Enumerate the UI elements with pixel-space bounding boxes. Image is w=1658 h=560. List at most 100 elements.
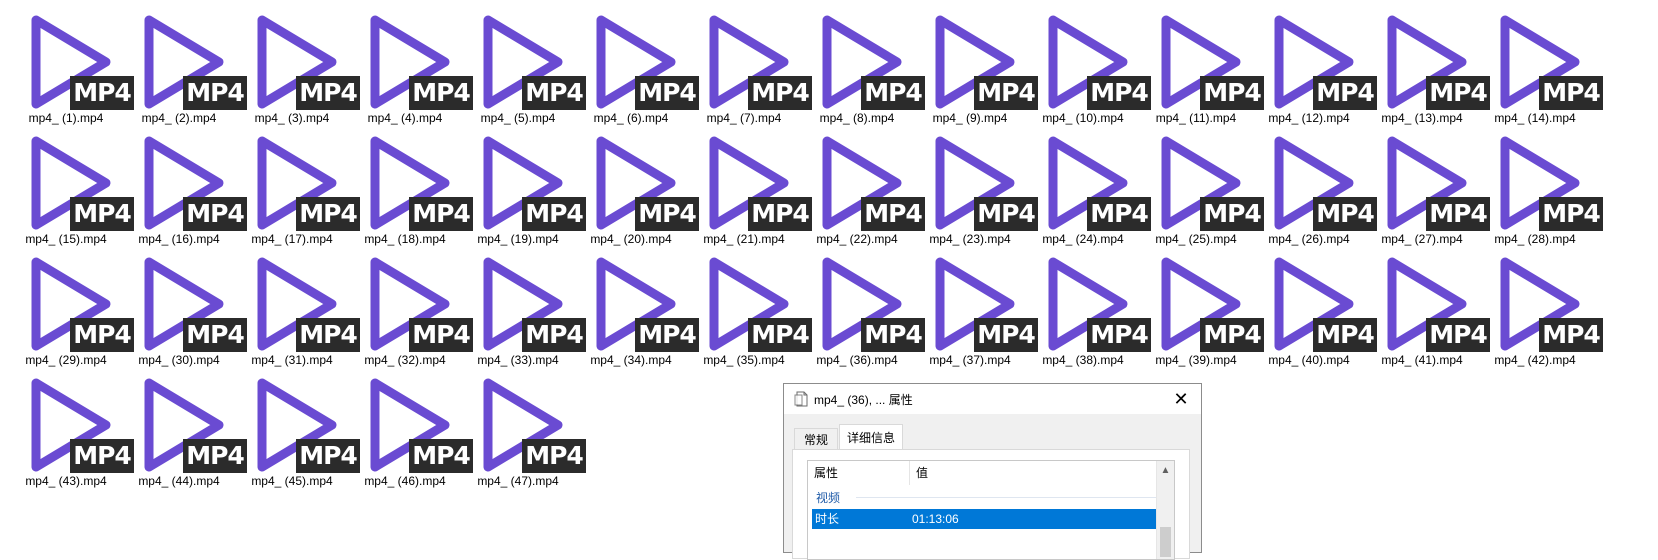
- file-name[interactable]: mp4_ (32).mp4: [345, 353, 465, 367]
- property-row-duration[interactable]: 时长 01:13:06: [812, 509, 1158, 529]
- file-name[interactable]: mp4_ (26).mp4: [1249, 232, 1369, 246]
- file-item[interactable]: MP4 mp4_ (42).mp4: [1483, 248, 1603, 367]
- file-name[interactable]: mp4_ (34).mp4: [571, 353, 691, 367]
- file-item[interactable]: MP4 mp4_ (10).mp4: [1031, 6, 1151, 125]
- file-item[interactable]: MP4 mp4_ (9).mp4: [918, 6, 1038, 125]
- file-item[interactable]: MP4 mp4_ (22).mp4: [805, 127, 925, 246]
- file-name[interactable]: mp4_ (16).mp4: [119, 232, 239, 246]
- file-name[interactable]: mp4_ (31).mp4: [232, 353, 352, 367]
- file-item[interactable]: MP4 mp4_ (11).mp4: [1144, 6, 1264, 125]
- file-item[interactable]: MP4 mp4_ (27).mp4: [1370, 127, 1490, 246]
- file-name[interactable]: mp4_ (20).mp4: [571, 232, 691, 246]
- file-name[interactable]: mp4_ (13).mp4: [1362, 111, 1482, 125]
- file-name[interactable]: mp4_ (29).mp4: [6, 353, 126, 367]
- file-item[interactable]: MP4 mp4_ (46).mp4: [353, 369, 473, 488]
- file-item[interactable]: MP4 mp4_ (25).mp4: [1144, 127, 1264, 246]
- file-name[interactable]: mp4_ (15).mp4: [6, 232, 126, 246]
- file-item[interactable]: MP4 mp4_ (17).mp4: [240, 127, 360, 246]
- file-item[interactable]: MP4 mp4_ (43).mp4: [14, 369, 134, 488]
- file-item[interactable]: MP4 mp4_ (12).mp4: [1257, 6, 1377, 125]
- file-name[interactable]: mp4_ (42).mp4: [1475, 353, 1595, 367]
- file-item[interactable]: MP4 mp4_ (34).mp4: [579, 248, 699, 367]
- file-name[interactable]: mp4_ (33).mp4: [458, 353, 578, 367]
- file-item[interactable]: MP4 mp4_ (2).mp4: [127, 6, 247, 125]
- dialog-title-bar[interactable]: mp4_ (36), ... 属性 ✕: [784, 384, 1201, 414]
- file-item[interactable]: MP4 mp4_ (21).mp4: [692, 127, 812, 246]
- file-item[interactable]: MP4 mp4_ (8).mp4: [805, 6, 925, 125]
- file-name[interactable]: mp4_ (40).mp4: [1249, 353, 1369, 367]
- file-name[interactable]: mp4_ (5).mp4: [458, 111, 578, 125]
- file-name[interactable]: mp4_ (22).mp4: [797, 232, 917, 246]
- file-name[interactable]: mp4_ (35).mp4: [684, 353, 804, 367]
- file-item[interactable]: MP4 mp4_ (6).mp4: [579, 6, 699, 125]
- file-name[interactable]: mp4_ (38).mp4: [1023, 353, 1143, 367]
- file-item[interactable]: MP4 mp4_ (36).mp4: [805, 248, 925, 367]
- file-item[interactable]: MP4 mp4_ (33).mp4: [466, 248, 586, 367]
- file-item[interactable]: MP4 mp4_ (29).mp4: [14, 248, 134, 367]
- file-name[interactable]: mp4_ (24).mp4: [1023, 232, 1143, 246]
- vertical-scrollbar[interactable]: ▲: [1156, 461, 1174, 559]
- file-item[interactable]: MP4 mp4_ (39).mp4: [1144, 248, 1264, 367]
- file-item[interactable]: MP4 mp4_ (31).mp4: [240, 248, 360, 367]
- file-name[interactable]: mp4_ (23).mp4: [910, 232, 1030, 246]
- file-item[interactable]: MP4 mp4_ (40).mp4: [1257, 248, 1377, 367]
- file-item[interactable]: MP4 mp4_ (15).mp4: [14, 127, 134, 246]
- file-name[interactable]: mp4_ (43).mp4: [6, 474, 126, 488]
- file-name[interactable]: mp4_ (9).mp4: [910, 111, 1030, 125]
- file-item[interactable]: MP4 mp4_ (38).mp4: [1031, 248, 1151, 367]
- file-name[interactable]: mp4_ (14).mp4: [1475, 111, 1595, 125]
- file-name[interactable]: mp4_ (4).mp4: [345, 111, 465, 125]
- file-name[interactable]: mp4_ (41).mp4: [1362, 353, 1482, 367]
- file-item[interactable]: MP4 mp4_ (26).mp4: [1257, 127, 1377, 246]
- file-name[interactable]: mp4_ (17).mp4: [232, 232, 352, 246]
- file-name[interactable]: mp4_ (21).mp4: [684, 232, 804, 246]
- file-name[interactable]: mp4_ (2).mp4: [119, 111, 239, 125]
- file-item[interactable]: MP4 mp4_ (30).mp4: [127, 248, 247, 367]
- file-name[interactable]: mp4_ (45).mp4: [232, 474, 352, 488]
- file-item[interactable]: MP4 mp4_ (13).mp4: [1370, 6, 1490, 125]
- tab-details[interactable]: 详细信息: [839, 424, 903, 450]
- file-name[interactable]: mp4_ (1).mp4: [6, 111, 126, 125]
- tab-general[interactable]: 常规: [794, 428, 838, 450]
- file-name[interactable]: mp4_ (12).mp4: [1249, 111, 1369, 125]
- file-name[interactable]: mp4_ (25).mp4: [1136, 232, 1256, 246]
- file-name[interactable]: mp4_ (27).mp4: [1362, 232, 1482, 246]
- file-item[interactable]: MP4 mp4_ (19).mp4: [466, 127, 586, 246]
- file-name[interactable]: mp4_ (10).mp4: [1023, 111, 1143, 125]
- file-item[interactable]: MP4 mp4_ (14).mp4: [1483, 6, 1603, 125]
- file-name[interactable]: mp4_ (36).mp4: [797, 353, 917, 367]
- file-item[interactable]: MP4 mp4_ (4).mp4: [353, 6, 473, 125]
- file-item[interactable]: MP4 mp4_ (23).mp4: [918, 127, 1038, 246]
- file-name[interactable]: mp4_ (7).mp4: [684, 111, 804, 125]
- file-item[interactable]: MP4 mp4_ (20).mp4: [579, 127, 699, 246]
- column-header-value[interactable]: 值: [910, 461, 1158, 485]
- scroll-thumb[interactable]: [1160, 527, 1171, 557]
- file-name[interactable]: mp4_ (8).mp4: [797, 111, 917, 125]
- file-item[interactable]: MP4 mp4_ (41).mp4: [1370, 248, 1490, 367]
- file-item[interactable]: MP4 mp4_ (32).mp4: [353, 248, 473, 367]
- file-item[interactable]: MP4 mp4_ (5).mp4: [466, 6, 586, 125]
- file-name[interactable]: mp4_ (30).mp4: [119, 353, 239, 367]
- close-button[interactable]: ✕: [1161, 384, 1201, 414]
- file-name[interactable]: mp4_ (28).mp4: [1475, 232, 1595, 246]
- file-item[interactable]: MP4 mp4_ (47).mp4: [466, 369, 586, 488]
- scroll-up-icon[interactable]: ▲: [1157, 463, 1174, 479]
- file-item[interactable]: MP4 mp4_ (7).mp4: [692, 6, 812, 125]
- file-name[interactable]: mp4_ (46).mp4: [345, 474, 465, 488]
- file-name[interactable]: mp4_ (6).mp4: [571, 111, 691, 125]
- file-item[interactable]: MP4 mp4_ (16).mp4: [127, 127, 247, 246]
- file-item[interactable]: MP4 mp4_ (18).mp4: [353, 127, 473, 246]
- file-name[interactable]: mp4_ (44).mp4: [119, 474, 239, 488]
- column-header-property[interactable]: 属性: [808, 461, 910, 485]
- file-name[interactable]: mp4_ (39).mp4: [1136, 353, 1256, 367]
- file-item[interactable]: MP4 mp4_ (1).mp4: [14, 6, 134, 125]
- file-item[interactable]: MP4 mp4_ (24).mp4: [1031, 127, 1151, 246]
- file-name[interactable]: mp4_ (37).mp4: [910, 353, 1030, 367]
- file-name[interactable]: mp4_ (3).mp4: [232, 111, 352, 125]
- file-name[interactable]: mp4_ (18).mp4: [345, 232, 465, 246]
- file-name[interactable]: mp4_ (47).mp4: [458, 474, 578, 488]
- file-item[interactable]: MP4 mp4_ (44).mp4: [127, 369, 247, 488]
- file-item[interactable]: MP4 mp4_ (28).mp4: [1483, 127, 1603, 246]
- file-item[interactable]: MP4 mp4_ (37).mp4: [918, 248, 1038, 367]
- file-name[interactable]: mp4_ (19).mp4: [458, 232, 578, 246]
